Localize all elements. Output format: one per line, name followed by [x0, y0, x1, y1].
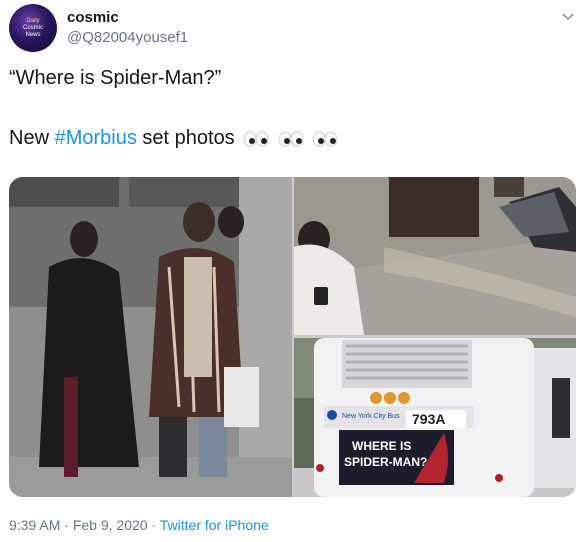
- bus-company-text: New York City Bus: [342, 413, 400, 420]
- photo-bus-ad[interactable]: New York City Bus 793A WHERE IS SPIDER-M…: [294, 338, 576, 497]
- tweet-footer: 9:39 AM · Feb 9, 2020 · Twitter for iPho…: [9, 517, 269, 533]
- footer-separator: ·: [60, 517, 73, 533]
- avatar-text-1: Daily: [26, 17, 40, 24]
- tweet-time[interactable]: 9:39 AM: [9, 517, 60, 533]
- tweet-quote: “Where is Spider-Man?”: [9, 67, 222, 89]
- tweet-line-2: New #Morbius set photos: [9, 126, 338, 150]
- display-name[interactable]: cosmic: [67, 9, 119, 26]
- tweet-text-prefix: New: [9, 127, 55, 149]
- avatar-text-2: Cosmic: [22, 24, 43, 31]
- user-handle[interactable]: @Q82004yousef1: [67, 29, 188, 46]
- source-link[interactable]: Twitter for iPhone: [160, 517, 269, 533]
- ad-line-2: SPIDER-MAN?: [344, 455, 427, 469]
- hashtag-link[interactable]: #Morbius: [55, 127, 137, 149]
- avatar-text-3: News: [25, 31, 41, 38]
- ad-line-1: WHERE IS: [352, 439, 411, 453]
- tweet-text-suffix: set photos: [136, 127, 235, 149]
- footer-separator: ·: [147, 517, 160, 533]
- bus-number-text: 793A: [412, 411, 445, 427]
- eyes-emoji-icon: [312, 131, 338, 147]
- photo-actors-on-set[interactable]: [9, 177, 292, 497]
- avatar[interactable]: Daily Cosmic News: [9, 4, 57, 52]
- tweet-date[interactable]: Feb 9, 2020: [73, 517, 148, 533]
- media-grid: New York City Bus 793A WHERE IS SPIDER-M…: [9, 177, 576, 497]
- chevron-down-icon[interactable]: [561, 10, 575, 24]
- eyes-emoji-icon: [278, 131, 304, 147]
- eyes-emoji-icon: [243, 131, 269, 147]
- photo-sidewalk[interactable]: [294, 177, 576, 335]
